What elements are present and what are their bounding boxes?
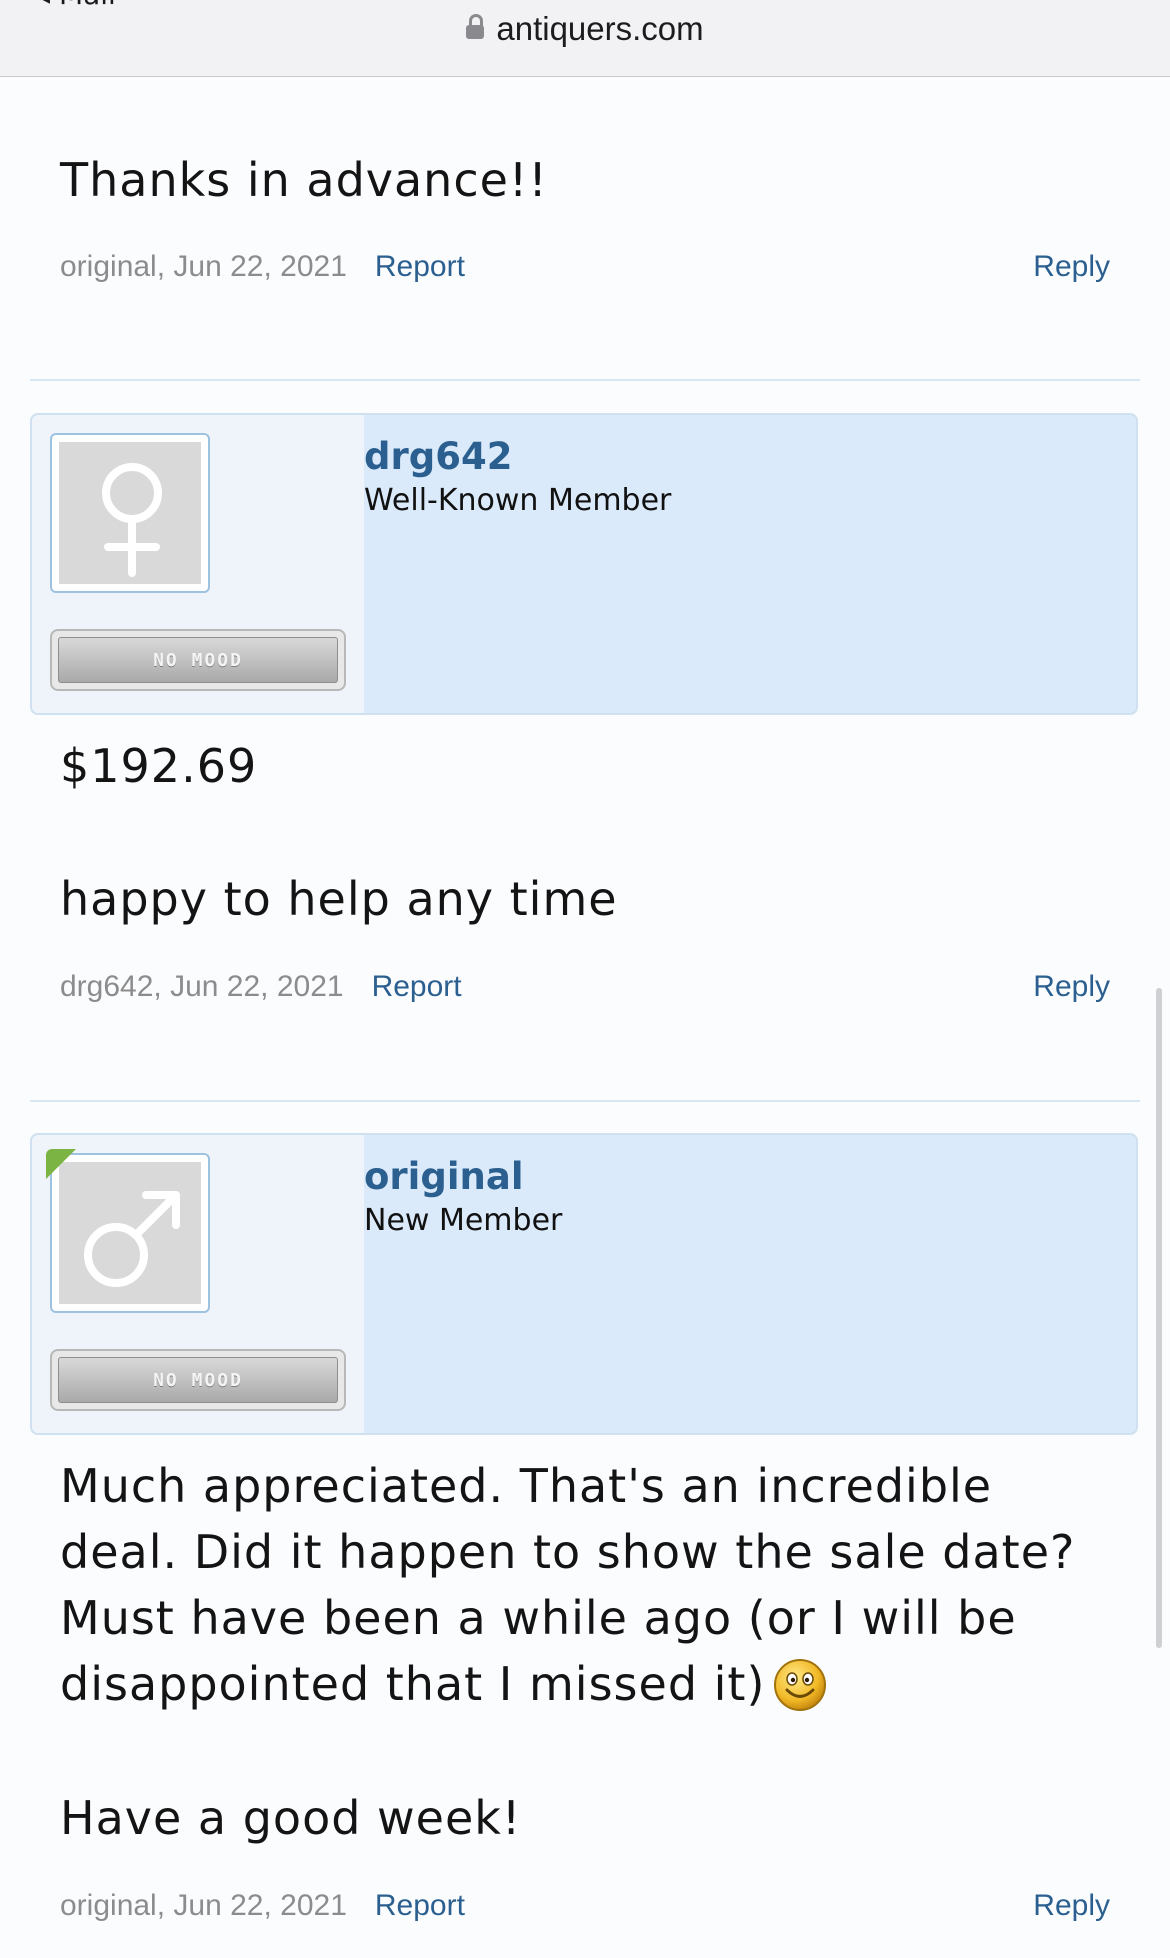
reply-link[interactable]: Reply — [1033, 970, 1110, 1004]
report-link[interactable]: Report — [375, 1889, 465, 1922]
post-closing: Have a good week! — [60, 1791, 522, 1845]
user-title: Well-Known Member — [364, 483, 672, 518]
user-left-column: NO MOOD — [32, 415, 364, 713]
post-byline: drg642, Jun 22, 2021 — [60, 970, 344, 1003]
post-meta: original, Jun 22, 2021 Report Reply — [60, 250, 1110, 290]
post-message-line: Much appreciated. That's an incredible — [60, 1459, 993, 1513]
mood-indicator[interactable]: NO MOOD — [50, 1349, 346, 1411]
male-symbol-icon — [84, 1191, 180, 1287]
post-price: $192.69 — [60, 739, 258, 793]
post-message-line: Must have been a while ago (or I will be — [60, 1591, 1017, 1645]
report-link[interactable]: Report — [375, 250, 465, 283]
thread-content: Thanks in advance!! original, Jun 22, 20… — [0, 0, 1170, 1958]
post-divider — [30, 1100, 1140, 1102]
post-meta: original, Jun 22, 2021 Report Reply — [60, 1889, 1110, 1929]
reply-link[interactable]: Reply — [1033, 1889, 1110, 1923]
post-message: Thanks in advance!! — [60, 153, 548, 207]
female-symbol-icon — [102, 463, 162, 577]
mood-indicator[interactable]: NO MOOD — [50, 629, 346, 691]
username-link[interactable]: original — [364, 1155, 524, 1198]
user-title: New Member — [364, 1203, 563, 1238]
avatar[interactable] — [50, 433, 210, 593]
user-info-box: NO MOOD original New Member — [30, 1133, 1138, 1435]
post-message: happy to help any time — [60, 872, 618, 926]
post-message-line: disappointed that I missed it) — [60, 1651, 827, 1717]
post-meta: drg642, Jun 22, 2021 Report Reply — [60, 970, 1110, 1010]
user-left-column: NO MOOD — [32, 1135, 364, 1433]
report-link[interactable]: Report — [372, 970, 462, 1003]
online-indicator — [46, 1149, 76, 1179]
post-byline: original, Jun 22, 2021 — [60, 250, 347, 283]
reply-link[interactable]: Reply — [1033, 250, 1110, 284]
post-message-line: deal. Did it happen to show the sale dat… — [60, 1525, 1076, 1579]
username-link[interactable]: drg642 — [364, 435, 512, 478]
post-message-text: disappointed that I missed it) — [60, 1657, 766, 1711]
scrollbar[interactable] — [1156, 988, 1162, 1648]
user-info-box: NO MOOD drg642 Well-Known Member — [30, 413, 1138, 715]
smiley-icon — [774, 1659, 827, 1711]
post-divider — [30, 379, 1140, 381]
post-byline: original, Jun 22, 2021 — [60, 1889, 347, 1922]
